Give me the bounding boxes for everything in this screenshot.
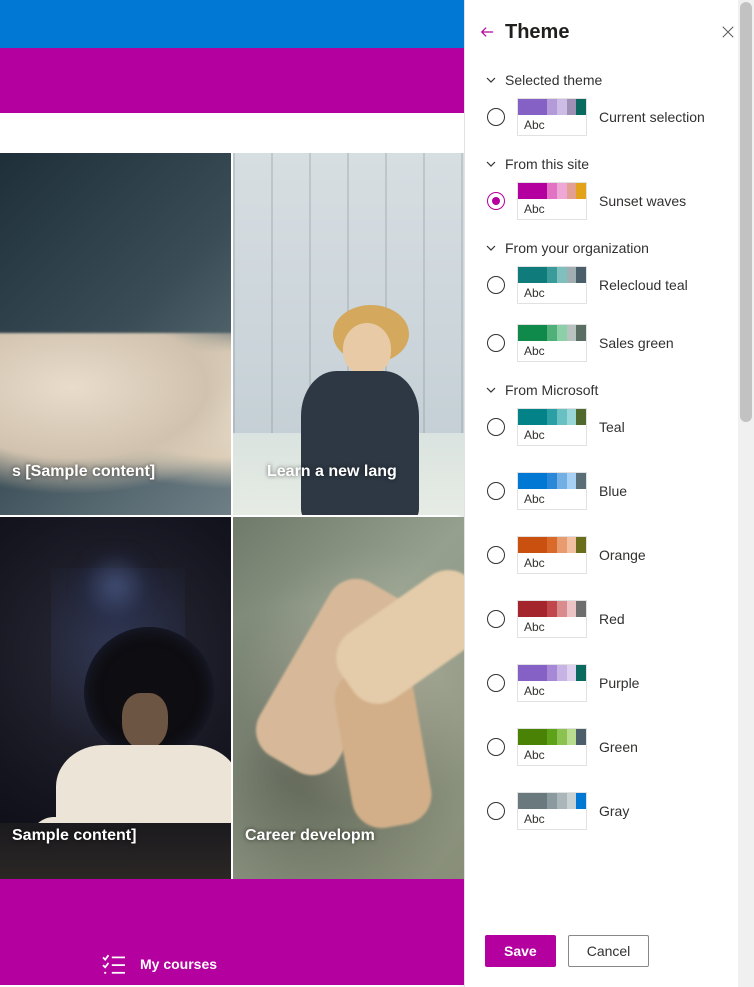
nav-bar (0, 113, 464, 153)
theme-swatch: Abc (517, 792, 587, 830)
swatch-sample-text: Abc (518, 489, 586, 509)
theme-option-orange[interactable]: Abc Orange (485, 536, 742, 574)
hero-tile[interactable]: s [Sample content] (0, 153, 231, 515)
quick-links-bar: My courses (0, 879, 464, 985)
quick-link-label: My courses (140, 956, 217, 972)
radio-button[interactable] (487, 674, 505, 692)
theme-swatch: Abc (517, 408, 587, 446)
page-background: s [Sample content] Learn a new lang Samp… (0, 0, 464, 987)
swatch-sample-text: Abc (518, 115, 586, 135)
theme-name: Gray (599, 803, 629, 819)
radio-button[interactable] (487, 276, 505, 294)
radio-button[interactable] (487, 610, 505, 628)
theme-option-salesgreen[interactable]: Abc Sales green (485, 324, 742, 362)
save-button[interactable]: Save (485, 935, 556, 967)
swatch-sample-text: Abc (518, 341, 586, 361)
radio-button[interactable] (487, 418, 505, 436)
theme-name: Current selection (599, 109, 705, 125)
theme-name: Purple (599, 675, 639, 691)
theme-swatch: Abc (517, 664, 587, 702)
section-selected-header[interactable]: Selected theme (485, 72, 742, 88)
swatch-sample-text: Abc (518, 681, 586, 701)
theme-option-teal[interactable]: Abc Teal (485, 408, 742, 446)
theme-option-blue[interactable]: Abc Blue (485, 472, 742, 510)
back-icon[interactable] (473, 18, 501, 46)
swatch-sample-text: Abc (518, 283, 586, 303)
section-site-header[interactable]: From this site (485, 156, 742, 172)
hero-tile-label: Learn a new lang (267, 463, 452, 481)
theme-name: Sales green (599, 335, 674, 351)
theme-option-relecloud[interactable]: Abc Relecloud teal (485, 266, 742, 304)
hero-tile[interactable]: Career developm (233, 517, 464, 879)
section-header-label: Selected theme (505, 72, 602, 88)
theme-option-current[interactable]: Abc Current selection (485, 98, 742, 136)
hero-tile-label: s [Sample content] (12, 463, 219, 481)
section-header-label: From your organization (505, 240, 649, 256)
radio-button[interactable] (487, 482, 505, 500)
checklist-icon (100, 953, 128, 975)
section-org-header[interactable]: From your organization (485, 240, 742, 256)
scrollbar-thumb[interactable] (740, 2, 752, 422)
theme-name: Relecloud teal (599, 277, 688, 293)
theme-name: Green (599, 739, 638, 755)
theme-name: Red (599, 611, 625, 627)
panel-title: Theme (505, 21, 716, 44)
radio-button[interactable] (487, 546, 505, 564)
theme-swatch: Abc (517, 728, 587, 766)
theme-panel: Theme Selected theme Abc Current selection… (464, 0, 754, 987)
theme-swatch: Abc (517, 324, 587, 362)
section-header-label: From this site (505, 156, 589, 172)
close-icon[interactable] (716, 20, 740, 44)
section-header-label: From Microsoft (505, 382, 598, 398)
swatch-sample-text: Abc (518, 553, 586, 573)
radio-button[interactable] (487, 192, 505, 210)
quick-link-my-courses[interactable]: My courses (100, 953, 217, 975)
swatch-sample-text: Abc (518, 617, 586, 637)
section-ms-header[interactable]: From Microsoft (485, 382, 742, 398)
hero-tile-label: Career developm (245, 827, 452, 845)
scrollbar[interactable] (738, 0, 754, 987)
theme-option-red[interactable]: Abc Red (485, 600, 742, 638)
radio-button[interactable] (487, 334, 505, 352)
theme-swatch: Abc (517, 182, 587, 220)
theme-swatch: Abc (517, 266, 587, 304)
cancel-button[interactable]: Cancel (568, 935, 650, 967)
theme-name: Orange (599, 547, 646, 563)
suite-bar (0, 0, 464, 48)
theme-option-sunset[interactable]: Abc Sunset waves (485, 182, 742, 220)
hero-tile-label: Sample content] (12, 827, 219, 845)
theme-swatch: Abc (517, 98, 587, 136)
theme-option-green[interactable]: Abc Green (485, 728, 742, 766)
radio-button[interactable] (487, 802, 505, 820)
theme-swatch: Abc (517, 600, 587, 638)
theme-name: Sunset waves (599, 193, 686, 209)
swatch-sample-text: Abc (518, 745, 586, 765)
hero-tile[interactable]: Sample content] (0, 517, 231, 879)
hero-tile[interactable]: Learn a new lang (233, 153, 464, 515)
swatch-sample-text: Abc (518, 809, 586, 829)
theme-swatch: Abc (517, 472, 587, 510)
theme-name: Teal (599, 419, 625, 435)
site-header (0, 48, 464, 113)
theme-option-gray[interactable]: Abc Gray (485, 792, 742, 830)
theme-swatch: Abc (517, 536, 587, 574)
radio-button[interactable] (487, 108, 505, 126)
theme-name: Blue (599, 483, 627, 499)
theme-option-purple[interactable]: Abc Purple (485, 664, 742, 702)
swatch-sample-text: Abc (518, 199, 586, 219)
radio-button[interactable] (487, 738, 505, 756)
swatch-sample-text: Abc (518, 425, 586, 445)
